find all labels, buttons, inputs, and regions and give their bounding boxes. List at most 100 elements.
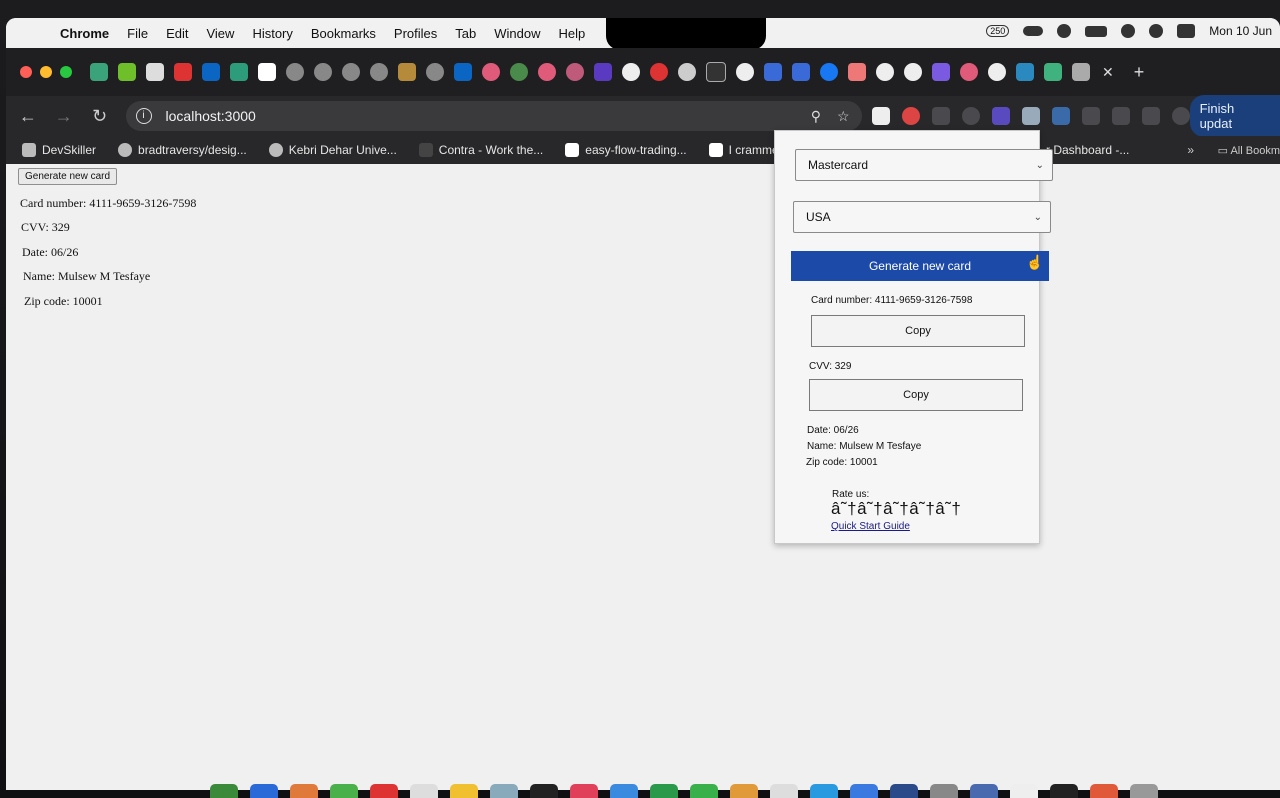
- search-icon[interactable]: [1149, 24, 1164, 38]
- dock-app-icon[interactable]: [410, 784, 438, 798]
- dock-app-icon[interactable]: [930, 784, 958, 798]
- address-bar[interactable]: i localhost:3000 ⚲ ☆: [125, 101, 862, 131]
- card-type-select[interactable]: Mastercard ⌄: [795, 149, 1053, 181]
- tab-favicon[interactable]: [146, 63, 164, 81]
- tab-favicon[interactable]: [398, 63, 416, 81]
- bookmark-item[interactable]: bradtraversy/desig...: [118, 143, 247, 157]
- dock-app-icon[interactable]: [370, 784, 398, 798]
- forward-icon[interactable]: →: [50, 106, 78, 127]
- menu-view[interactable]: View: [206, 26, 234, 41]
- tab-favicon[interactable]: [370, 63, 388, 81]
- dock-app-icon[interactable]: [970, 784, 998, 798]
- dock-app-icon[interactable]: [490, 784, 518, 798]
- github-icon[interactable]: [736, 63, 754, 81]
- bookmark-star-icon[interactable]: ☆: [837, 108, 850, 125]
- copy-cvv-button[interactable]: Copy: [809, 379, 1023, 411]
- tab-favicon[interactable]: [538, 63, 556, 81]
- dock-app-icon[interactable]: [1010, 784, 1038, 798]
- facebook-icon[interactable]: [820, 63, 838, 81]
- medium-icon[interactable]: [876, 63, 894, 81]
- new-tab-icon[interactable]: +: [1134, 62, 1145, 83]
- tab-favicon[interactable]: [482, 63, 500, 81]
- extension-icon[interactable]: [901, 107, 920, 125]
- extensions-puzzle-icon[interactable]: [1081, 107, 1100, 125]
- tab-favicon[interactable]: [342, 63, 360, 81]
- extension-icon[interactable]: [991, 107, 1010, 125]
- tab-favicon[interactable]: [314, 63, 332, 81]
- dock-app-icon[interactable]: [770, 784, 798, 798]
- tab-favicon[interactable]: [706, 62, 726, 82]
- profile-avatar[interactable]: [1171, 107, 1190, 125]
- card-generator-extension-icon[interactable]: [1051, 107, 1070, 125]
- menu-bookmarks[interactable]: Bookmarks: [311, 26, 376, 41]
- generate-card-button[interactable]: Generate new card: [18, 168, 118, 185]
- control-center-icon[interactable]: [1177, 24, 1196, 38]
- tab-favicon[interactable]: [960, 63, 978, 81]
- dock-app-icon[interactable]: [450, 784, 478, 798]
- extension-icon[interactable]: [961, 107, 980, 125]
- menu-file[interactable]: File: [127, 26, 148, 41]
- extension-icon[interactable]: [1021, 107, 1040, 125]
- close-tab-icon[interactable]: ✕: [1102, 64, 1114, 81]
- menu-profiles[interactable]: Profiles: [394, 26, 437, 41]
- dock-app-icon[interactable]: [890, 784, 918, 798]
- zoom-icon[interactable]: ⚲: [811, 108, 821, 125]
- docs-icon[interactable]: [764, 63, 782, 81]
- tab-favicon[interactable]: [566, 63, 584, 81]
- bookmark-item[interactable]: Kebri Dehar Unive...: [268, 143, 397, 157]
- dock-app-icon[interactable]: [610, 784, 638, 798]
- bookmark-item-partial[interactable]: r Dashboard -...: [1046, 143, 1129, 157]
- bookmark-item[interactable]: DevSkiller: [22, 143, 96, 157]
- menu-app-name[interactable]: Chrome: [60, 26, 109, 41]
- apple-icon[interactable]: [24, 25, 38, 41]
- docs-icon[interactable]: [792, 63, 810, 81]
- copy-card-number-button[interactable]: Copy: [811, 315, 1025, 347]
- dock-app-icon[interactable]: [290, 784, 318, 798]
- menu-history[interactable]: History: [252, 26, 292, 41]
- close-window-icon[interactable]: [20, 66, 32, 78]
- github-icon[interactable]: [988, 63, 1006, 81]
- battery-icon[interactable]: [1085, 25, 1108, 37]
- gmail-icon[interactable]: [932, 63, 950, 81]
- dock-app-icon[interactable]: [330, 784, 358, 798]
- tab-favicon[interactable]: [426, 63, 444, 81]
- puzzle-icon[interactable]: [1072, 63, 1090, 81]
- dock-app-icon[interactable]: [650, 784, 678, 798]
- bookmark-item[interactable]: easy-flow-trading...: [565, 143, 687, 157]
- dock-app-icon[interactable]: [210, 784, 238, 798]
- tab-favicon[interactable]: [202, 63, 220, 81]
- site-info-icon[interactable]: i: [135, 108, 152, 124]
- tab-favicon[interactable]: [510, 63, 528, 81]
- tab-favicon[interactable]: [118, 63, 136, 81]
- github-icon[interactable]: [622, 63, 640, 81]
- menu-tab[interactable]: Tab: [455, 26, 476, 41]
- zoom-window-icon[interactable]: [60, 66, 72, 78]
- tab-favicon[interactable]: [258, 63, 276, 81]
- dock-app-icon[interactable]: [810, 784, 838, 798]
- dock-app-icon[interactable]: [690, 784, 718, 798]
- all-bookmarks-folder[interactable]: ▭ All Bookm: [1218, 144, 1280, 157]
- dock-app-icon[interactable]: [850, 784, 878, 798]
- dock-app-icon[interactable]: [570, 784, 598, 798]
- rating-stars[interactable]: â˜†â˜†â˜†â˜†â˜†: [831, 499, 961, 519]
- reading-list-icon[interactable]: [1111, 107, 1130, 125]
- back-icon[interactable]: ←: [14, 106, 42, 127]
- cloud-icon[interactable]: [1023, 26, 1044, 36]
- url-text[interactable]: localhost:3000: [166, 108, 256, 124]
- menu-edit[interactable]: Edit: [166, 26, 188, 41]
- dock-app-icon[interactable]: [530, 784, 558, 798]
- dock-app-icon[interactable]: [250, 784, 278, 798]
- extension-icon[interactable]: [871, 107, 890, 125]
- tab-favicon[interactable]: [594, 63, 612, 81]
- tab-favicon[interactable]: [650, 63, 668, 81]
- extension-icon[interactable]: [931, 107, 950, 125]
- country-select[interactable]: USA ⌄: [793, 201, 1051, 233]
- tab-favicon[interactable]: [174, 63, 192, 81]
- bookmarks-overflow-icon[interactable]: »: [1187, 143, 1194, 157]
- github-icon[interactable]: [904, 63, 922, 81]
- minimize-window-icon[interactable]: [40, 66, 52, 78]
- tab-favicon[interactable]: [230, 63, 248, 81]
- wifi-icon[interactable]: [1121, 24, 1136, 38]
- dock-app-icon[interactable]: [730, 784, 758, 798]
- play-icon[interactable]: [1057, 24, 1072, 38]
